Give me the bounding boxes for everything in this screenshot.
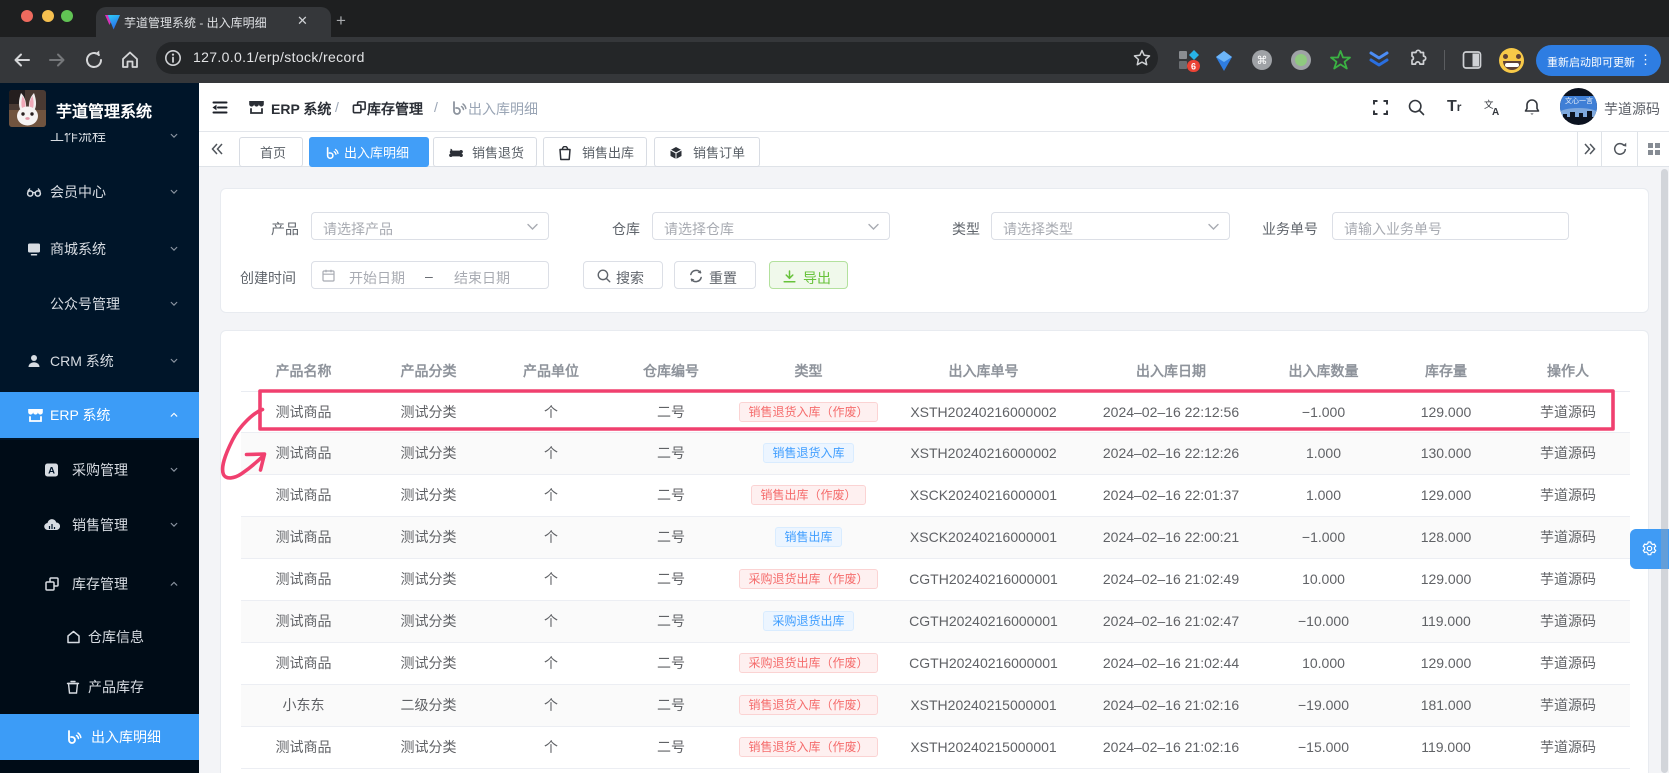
svg-text:6: 6 bbox=[1191, 62, 1196, 72]
svg-text:A: A bbox=[48, 466, 55, 477]
svg-text:A: A bbox=[1492, 107, 1499, 116]
svg-text:⌘: ⌘ bbox=[1257, 55, 1268, 67]
